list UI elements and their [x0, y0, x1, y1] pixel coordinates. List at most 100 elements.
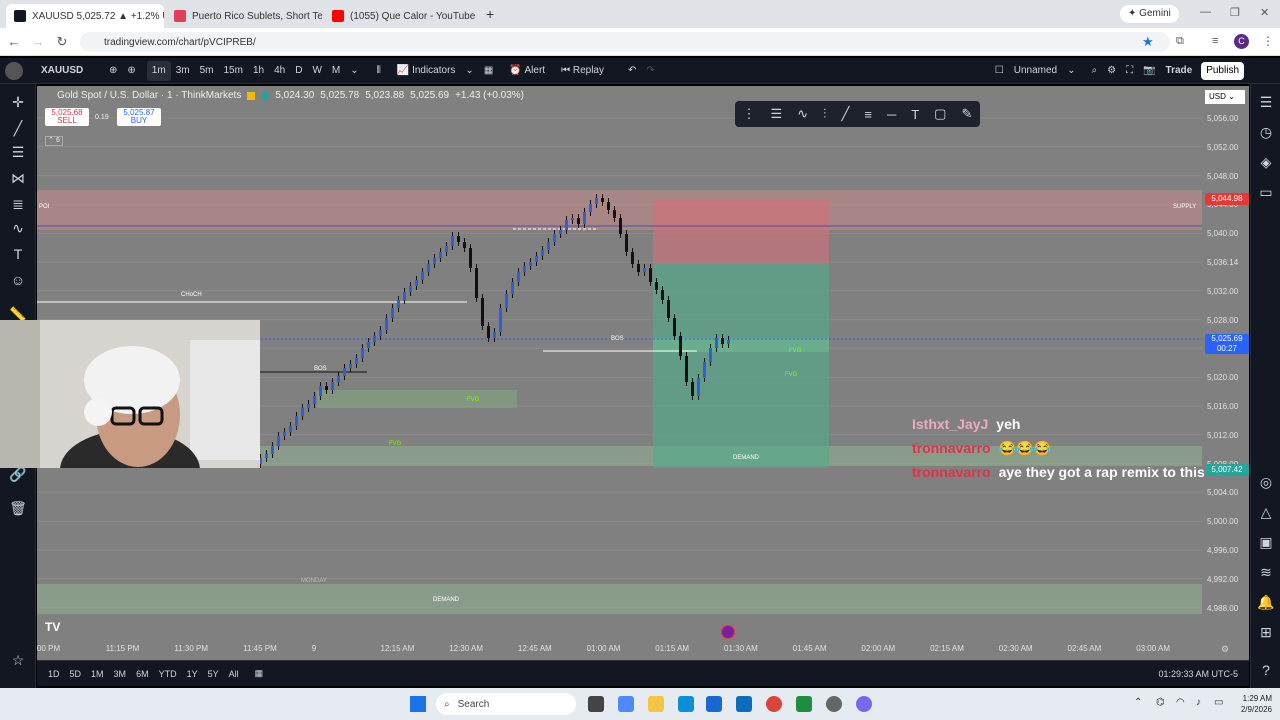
cast-icon[interactable]: ⧉	[1176, 35, 1184, 48]
streams-icon[interactable]: ≋	[1256, 562, 1276, 582]
range-all[interactable]: All	[224, 669, 244, 679]
fib-icon[interactable]: ☰	[8, 142, 28, 162]
trade-button[interactable]: Trade	[1161, 58, 1198, 84]
indicators-button[interactable]: 📈 Indicators	[392, 58, 461, 84]
timeframe-15m[interactable]: 15m	[219, 58, 248, 84]
undo-icon[interactable]: ↶	[623, 58, 641, 84]
close-window-icon[interactable]: ✕	[1260, 6, 1269, 19]
event-marker-icon[interactable]	[721, 625, 735, 639]
app-icon[interactable]	[796, 696, 812, 712]
battery-icon[interactable]: ▭	[1214, 697, 1223, 708]
text-icon[interactable]: T	[8, 244, 28, 264]
crosshair-icon[interactable]: ✛	[8, 92, 28, 112]
line-tool-icon[interactable]: ╱	[841, 106, 849, 122]
trash-icon[interactable]: 🗑	[8, 498, 28, 518]
range-1y[interactable]: 1Y	[182, 669, 203, 679]
timeframe-w[interactable]: W	[307, 58, 326, 84]
range-1d[interactable]: 1D	[43, 669, 65, 679]
wifi-icon[interactable]: ◠	[1176, 697, 1185, 708]
replay-button[interactable]: ⏮ Replay	[556, 58, 609, 84]
timeframe-1h[interactable]: 1h	[248, 58, 269, 84]
utc-clock[interactable]: 01:29:33 AM UTC-5	[1153, 669, 1243, 679]
tab-puerto-rico[interactable]: Puerto Rico Sublets, Short Term ✕	[166, 4, 322, 28]
lines-icon[interactable]: ☰	[771, 106, 783, 122]
alerts-clock-icon[interactable]: ◷	[1256, 122, 1276, 142]
network-icon[interactable]: ⌬	[1156, 697, 1165, 708]
settings-icon[interactable]: ⚙	[1102, 58, 1121, 84]
target-icon[interactable]: ◎	[1256, 472, 1276, 492]
avatar[interactable]	[0, 58, 36, 84]
wave-icon[interactable]: ∿	[797, 106, 808, 122]
indicators-collapse-button[interactable]: ⌃ 6	[45, 136, 63, 146]
close-tab-icon[interactable]: ✕	[481, 10, 482, 23]
add-symbol-icon[interactable]: ⊕	[122, 58, 140, 84]
apps-grid-icon[interactable]: ⊞	[1256, 622, 1276, 642]
layout-name[interactable]: Unnamed	[1009, 58, 1062, 84]
range-5d[interactable]: 5D	[65, 669, 87, 679]
windows-start-icon[interactable]	[410, 696, 426, 712]
minimize-icon[interactable]: —	[1200, 6, 1211, 18]
store-icon[interactable]	[706, 696, 722, 712]
search-icon[interactable]: ⌕	[1086, 58, 1102, 84]
tab-tradingview[interactable]: XAUUSD 5,025.72 ▲ +1.2% Un ✕	[6, 4, 164, 28]
bookmark-star-icon[interactable]: ★	[1142, 34, 1154, 50]
channel-icon[interactable]: ⫶	[823, 106, 826, 122]
trend-line-icon[interactable]: ╱	[8, 118, 28, 138]
redo-icon[interactable]: ↷	[641, 58, 659, 84]
forecast-icon[interactable]: ≣	[8, 194, 28, 214]
profile-avatar[interactable]: C	[1234, 34, 1249, 49]
chevron-up-icon[interactable]: ⌃	[1134, 697, 1142, 708]
copilot-icon[interactable]	[618, 696, 634, 712]
timeframe-3m[interactable]: 3m	[171, 58, 195, 84]
brush-icon[interactable]: ∿	[8, 218, 28, 238]
edge-icon[interactable]	[678, 696, 694, 712]
calendar-icon[interactable]: ▣	[1256, 532, 1276, 552]
templates-icon[interactable]: ▦	[479, 58, 498, 84]
timeframe-d[interactable]: D	[290, 58, 307, 84]
reload-icon[interactable]: ↻	[50, 34, 74, 50]
gemini-button[interactable]: ✦ Gemini	[1120, 5, 1179, 23]
file-explorer-icon[interactable]	[648, 696, 664, 712]
alert-button[interactable]: ⏰ Alert	[504, 58, 550, 84]
fullscreen-icon[interactable]: ⛶	[1121, 58, 1138, 84]
help-icon[interactable]: ?	[1256, 660, 1276, 680]
drag-handle-icon[interactable]: ⋮	[743, 106, 756, 122]
menu-icon[interactable]: ⋮	[1262, 34, 1274, 48]
currency-select[interactable]: USD ⌄	[1205, 90, 1245, 104]
chrome-icon[interactable]	[766, 696, 782, 712]
back-icon[interactable]: ←	[2, 34, 26, 49]
range-ytd[interactable]: YTD	[154, 669, 182, 679]
text-tool-icon[interactable]: T	[911, 107, 919, 122]
timeframe-4h[interactable]: 4h	[269, 58, 290, 84]
range-3m[interactable]: 3M	[109, 669, 132, 679]
pattern-icon[interactable]: ⋈	[8, 168, 28, 188]
chart-type-icon[interactable]: ⫴	[372, 58, 386, 84]
discord-icon[interactable]	[856, 696, 872, 712]
watchlist-icon[interactable]: ☰	[1256, 92, 1276, 112]
tab-youtube[interactable]: (1055) Que Calor - YouTube ✕	[324, 4, 482, 28]
range-5y[interactable]: 5Y	[203, 669, 224, 679]
emoji-icon[interactable]: ☺	[8, 270, 28, 290]
symbol-search[interactable]: XAUUSD	[36, 58, 104, 84]
timeframe-m[interactable]: M	[327, 58, 345, 84]
settings-gear-icon[interactable]: ⚙	[1221, 644, 1229, 655]
layers-icon[interactable]: ◈	[1256, 152, 1276, 172]
brush-tool-icon[interactable]: ✎	[962, 106, 973, 122]
url-field[interactable]: tradingview.com/chart/pVCIPREB/	[80, 32, 1170, 52]
task-view-icon[interactable]	[588, 696, 604, 712]
rectangle-icon[interactable]: ▢	[934, 106, 946, 122]
forward-icon[interactable]: →	[26, 34, 50, 49]
sell-button[interactable]: 5,025.68 SELL	[45, 108, 89, 126]
chevron-down-icon[interactable]: ⌄	[1062, 58, 1080, 84]
maximize-icon[interactable]: ❐	[1230, 6, 1240, 19]
buy-button[interactable]: 5,025.87 BUY	[117, 108, 161, 126]
publish-button[interactable]: Publish	[1201, 61, 1245, 80]
taskbar-search[interactable]: ⌕ Search	[436, 693, 576, 715]
system-clock[interactable]: 1:29 AM 2/9/2026	[1230, 693, 1272, 715]
range-1m[interactable]: 1M	[86, 669, 109, 679]
timeframe-1m[interactable]: 1m	[146, 60, 171, 81]
layout-checkbox-icon[interactable]: ☐	[990, 58, 1009, 84]
range-6m[interactable]: 6M	[131, 669, 154, 679]
favorites-star-icon[interactable]: ☆	[8, 650, 28, 670]
chevron-down-icon[interactable]: ⌄	[460, 58, 478, 84]
